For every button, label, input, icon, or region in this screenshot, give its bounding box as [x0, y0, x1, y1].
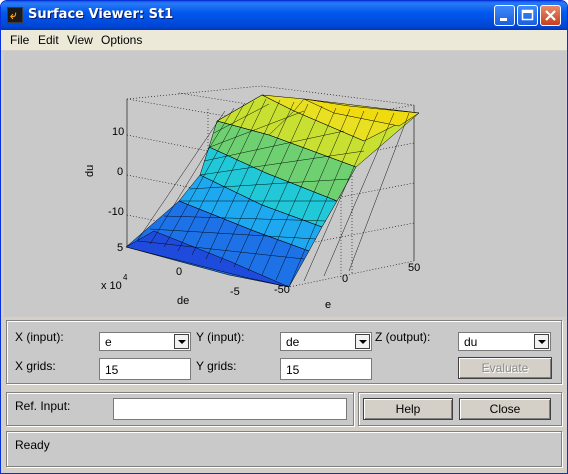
chevron-down-icon [355, 334, 370, 349]
y-axis-label: de [177, 295, 189, 307]
x-grids-value: 15 [105, 363, 119, 377]
x-input-label: X (input): [15, 330, 64, 344]
z-output-select[interactable]: du [458, 332, 551, 351]
y-exponent: x 10 [101, 280, 122, 292]
ref-input-panel: Ref. Input: [6, 392, 354, 426]
close-icon [545, 10, 556, 21]
y-tick-0: 0 [176, 266, 182, 278]
axes-selection-panel: X (input): e Y (input): de Z (output): d… [6, 320, 562, 384]
menu-options[interactable]: Options [101, 33, 142, 47]
menu-view[interactable]: View [67, 33, 93, 47]
menu-edit[interactable]: Edit [38, 33, 59, 47]
y-tick-5: 5 [117, 242, 123, 254]
y-exponent-power: 4 [123, 273, 128, 282]
status-panel: Ready [6, 431, 562, 467]
actions-panel: Help Close [358, 392, 562, 426]
x-tick-0: 0 [342, 273, 348, 285]
y-grids-label: Y grids: [196, 359, 237, 373]
y-tick-neg5: -5 [230, 286, 240, 298]
chevron-down-icon [174, 334, 189, 349]
x-axis-label: e [325, 299, 331, 311]
z-tick-0: 0 [117, 166, 123, 178]
y-input-value: de [286, 335, 300, 349]
ref-input-field[interactable] [113, 398, 347, 420]
minimize-icon [500, 18, 507, 21]
z-axis-label: du [84, 165, 96, 177]
surface-viewer-window: ⤶ Surface Viewer: St1 File Edit View Opt… [0, 0, 568, 474]
surface-plot-area[interactable]: 10 0 -10 du 5 0 -5 x 10 4 de 50 0 -50 e [4, 51, 566, 317]
title-bar[interactable]: ⤶ Surface Viewer: St1 [1, 1, 567, 30]
evaluate-button[interactable]: Evaluate [458, 357, 552, 379]
ref-input-label: Ref. Input: [15, 399, 71, 413]
x-grids-label: X grids: [15, 359, 56, 373]
x-input-select[interactable]: e [99, 332, 191, 351]
menu-bar: File Edit View Options [1, 30, 567, 50]
y-grids-value: 15 [286, 363, 300, 377]
chevron-down-icon [534, 334, 549, 349]
x-grids-field[interactable]: 15 [99, 358, 191, 380]
help-button[interactable]: Help [363, 398, 453, 420]
z-output-value: du [464, 335, 478, 349]
surface-plot[interactable]: 10 0 -10 du 5 0 -5 x 10 4 de 50 0 -50 e [4, 51, 566, 317]
x-input-value: e [105, 335, 112, 349]
close-button[interactable]: Close [459, 398, 551, 420]
z-tick-10: 10 [112, 126, 124, 138]
x-tick-50: 50 [408, 262, 420, 274]
x-tick-neg50: -50 [274, 284, 290, 296]
maximize-button[interactable] [517, 5, 538, 26]
matlab-icon[interactable]: ⤶ [7, 7, 23, 23]
z-output-label: Z (output): [375, 330, 431, 344]
menu-file[interactable]: File [10, 33, 29, 47]
window-title: Surface Viewer: St1 [28, 7, 174, 22]
status-text: Ready [15, 438, 50, 452]
y-input-select[interactable]: de [280, 332, 372, 351]
close-window-button[interactable] [540, 5, 561, 26]
y-grids-field[interactable]: 15 [280, 358, 372, 380]
minimize-button[interactable] [494, 5, 515, 26]
z-tick-neg10: -10 [108, 206, 124, 218]
y-input-label: Y (input): [196, 330, 245, 344]
maximize-icon [521, 9, 534, 21]
